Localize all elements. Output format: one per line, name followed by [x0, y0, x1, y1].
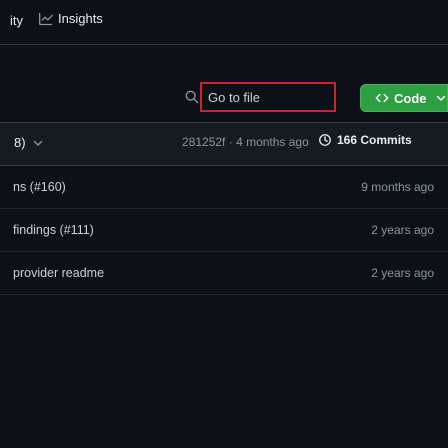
commit-message-link[interactable]: findings (#111) — [13, 223, 94, 237]
commit-message-partial[interactable]: 8) — [14, 135, 26, 150]
commit-separator: · — [225, 135, 237, 149]
chevron-down-icon[interactable] — [33, 138, 43, 148]
commits-count-label: 166 Commits — [337, 133, 412, 147]
commit-message-link[interactable]: provider readme — [13, 266, 104, 280]
search-input[interactable] — [208, 89, 334, 105]
commit-age: 9 months ago — [361, 180, 434, 194]
repo-tab-bar: ity Insights — [0, 0, 448, 45]
file-row[interactable]: provider readme 2 years ago — [0, 252, 448, 295]
chevron-down-icon — [436, 95, 445, 101]
tab-insights[interactable]: Insights — [35, 9, 107, 28]
history-icon — [319, 134, 331, 146]
commit-age: 2 years ago — [371, 266, 434, 280]
commit-message-link[interactable]: ns (#160) — [13, 180, 66, 194]
code-icon — [375, 93, 389, 103]
commit-age: 4 months ago — [236, 135, 309, 149]
file-row[interactable]: findings (#111) 2 years ago — [0, 209, 448, 252]
tab-security-partial[interactable]: ity — [10, 13, 23, 28]
go-to-file-search[interactable] — [200, 82, 336, 112]
tab-insights-label: Insights — [58, 11, 103, 26]
commit-age: 2 years ago — [371, 223, 434, 237]
search-icon — [185, 90, 199, 104]
commit-hash[interactable]: 281252f — [182, 135, 225, 149]
commits-history-link[interactable]: 166 Commits — [318, 133, 412, 147]
graph-icon — [39, 12, 53, 25]
code-button[interactable]: Code — [360, 84, 448, 112]
commit-meta: 281252f · 4 months ago — [182, 135, 309, 149]
file-row[interactable]: ns (#160) 9 months ago — [0, 166, 448, 209]
code-button-label: Code — [394, 90, 427, 106]
